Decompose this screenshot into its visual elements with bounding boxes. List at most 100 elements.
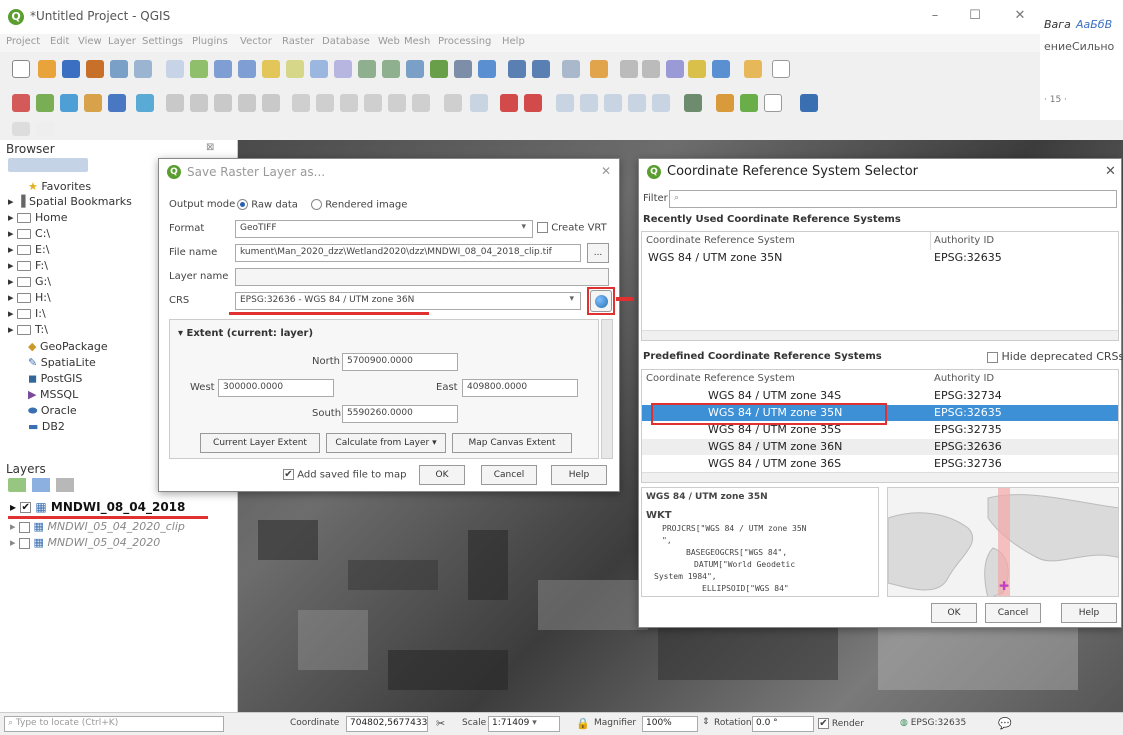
select-features-icon[interactable] — [532, 60, 550, 78]
delete-icon[interactable] — [292, 94, 310, 112]
menu-web[interactable]: Web — [378, 36, 400, 47]
table-row[interactable]: WGS 84 / UTM zone 34S EPSG:32734 — [642, 388, 1118, 404]
horizontal-scrollbar[interactable] — [642, 472, 1118, 482]
hide-deprecated-checkbox[interactable]: Hide deprecated CRSs — [987, 350, 1123, 363]
edit-pencil-icon[interactable] — [166, 94, 184, 112]
create-vrt-checkbox[interactable]: Create VRT — [537, 222, 607, 234]
ok-button[interactable]: OK — [931, 603, 977, 623]
refresh-icon[interactable] — [478, 60, 496, 78]
zoom-native-icon[interactable] — [334, 60, 352, 78]
cancel-button[interactable]: Cancel — [985, 603, 1041, 623]
copy-icon[interactable] — [340, 94, 358, 112]
browser-item[interactable]: ▸ H:\ — [8, 291, 51, 304]
label-change-icon[interactable] — [604, 94, 622, 112]
menu-processing[interactable]: Processing — [438, 36, 491, 47]
dialog-scrollbar[interactable] — [601, 319, 613, 459]
profile-icon[interactable] — [740, 94, 758, 112]
browser-item[interactable]: ◆ GeoPackage — [28, 340, 108, 353]
messages-icon[interactable]: 💬 — [998, 717, 1012, 730]
file-name-input[interactable]: kument\Man_2020_dzz\Wetland2020\dzz\MNDW… — [235, 244, 581, 262]
globe-icon[interactable] — [684, 94, 702, 112]
label-pin-icon[interactable] — [470, 94, 488, 112]
label-icon[interactable] — [444, 94, 462, 112]
browser-item[interactable]: ▸ ▐ Spatial Bookmarks — [8, 195, 132, 208]
dialog-close-icon[interactable]: ✕ — [601, 164, 611, 178]
render-checkbox[interactable]: ✔ Render — [818, 718, 864, 729]
extent-title[interactable]: ▾ Extent (current: layer) — [178, 328, 313, 339]
undo-icon[interactable] — [388, 94, 406, 112]
table-row[interactable]: WGS 84 / UTM zone 35N EPSG:32635 — [642, 250, 1118, 266]
field-calculator-icon[interactable] — [620, 60, 638, 78]
toolbox-icon[interactable] — [666, 60, 684, 78]
coordinate-input[interactable]: 704802,5677433 — [346, 716, 428, 732]
dialog-close-icon[interactable]: ✕ — [1105, 164, 1116, 179]
browser-item[interactable]: ✎ SpatiaLite — [28, 356, 96, 369]
browser-item[interactable]: ▸ Home — [8, 211, 68, 224]
calculate-from-layer-button[interactable]: Calculate from Layer ▾ — [326, 433, 446, 453]
table-row[interactable]: WGS 84 / UTM zone 36S EPSG:32736 — [642, 456, 1118, 468]
pan-icon[interactable] — [166, 60, 184, 78]
wms-icon[interactable] — [136, 94, 154, 112]
browser-item[interactable]: ▬ DB2 — [28, 420, 65, 433]
print-layout-icon[interactable] — [110, 60, 128, 78]
table-row[interactable]: WGS 84 / UTM zone 36N EPSG:32636 — [642, 439, 1118, 455]
maximize-button[interactable]: ☐ — [960, 6, 990, 26]
measure-icon[interactable] — [712, 60, 730, 78]
browser-item[interactable]: ▸ G:\ — [8, 275, 51, 288]
rendered-image-radio[interactable]: Rendered image — [311, 199, 407, 211]
menu-layer[interactable]: Layer — [108, 36, 136, 47]
layers-toolbar[interactable] — [8, 478, 158, 492]
raw-data-radio[interactable]: Raw data — [237, 199, 298, 211]
menu-view[interactable]: View — [78, 36, 102, 47]
lock-icon[interactable]: 🔒 — [576, 717, 590, 730]
horizontal-scrollbar[interactable] — [642, 330, 1118, 340]
browser-item[interactable]: ⬬ Oracle — [28, 404, 77, 418]
layer-name-input[interactable] — [235, 268, 609, 286]
paste-icon[interactable] — [364, 94, 382, 112]
minimize-button[interactable]: – — [920, 6, 950, 26]
plugin-icon[interactable] — [716, 94, 734, 112]
menu-mesh[interactable]: Mesh — [404, 36, 430, 47]
extents-icon[interactable]: ✂ — [436, 717, 445, 730]
edit-line-icon[interactable] — [190, 94, 208, 112]
open-project-icon[interactable] — [38, 60, 56, 78]
label-show-icon[interactable] — [500, 94, 518, 112]
layer-item[interactable]: ▸ ✔ ▦ MNDWI_08_04_2018 — [10, 500, 185, 514]
zoom-layer-icon[interactable] — [310, 60, 328, 78]
cancel-button[interactable]: Cancel — [481, 465, 537, 485]
graph-icon[interactable] — [764, 94, 782, 112]
layer-item[interactable]: ▸ ▦ MNDWI_05_04_2020 — [10, 536, 160, 549]
new-project-icon[interactable] — [12, 60, 30, 78]
help-button[interactable]: Help — [551, 465, 607, 485]
current-layer-extent-button[interactable]: Current Layer Extent — [200, 433, 320, 453]
annotation-icon[interactable] — [744, 60, 762, 78]
label-rotate-icon[interactable] — [580, 94, 598, 112]
add-raster-icon[interactable] — [36, 94, 54, 112]
south-input[interactable]: 5590260.0000 — [342, 405, 458, 423]
menu-vector[interactable]: Vector — [240, 36, 272, 47]
add-vector-icon[interactable] — [60, 94, 78, 112]
statistics-icon[interactable] — [642, 60, 660, 78]
spin-icon[interactable]: ⇕ — [702, 717, 710, 727]
magnifier-input[interactable]: 100% — [642, 716, 698, 732]
browser-item[interactable]: ▶ MSSQL — [28, 388, 78, 401]
format-select[interactable]: GeoTIFF ▾ — [235, 220, 533, 238]
browser-item[interactable]: ◼ PostGIS — [28, 372, 82, 385]
browser-item[interactable]: ▸ C:\ — [8, 227, 50, 240]
python-console-icon[interactable] — [800, 94, 818, 112]
deselect-icon[interactable] — [562, 60, 580, 78]
temporal-icon[interactable] — [430, 60, 448, 78]
panel-close-icon[interactable]: ⊠ — [206, 142, 214, 153]
map-canvas-extent-button[interactable]: Map Canvas Extent — [452, 433, 572, 453]
help-button[interactable]: Help — [1061, 603, 1117, 623]
menu-raster[interactable]: Raster — [282, 36, 314, 47]
crs-select[interactable]: EPSG:32636 - WGS 84 / UTM zone 36N ▾ — [235, 292, 581, 310]
locate-input[interactable]: ⌕ Type to locate (Ctrl+K) — [4, 716, 224, 732]
browser-item[interactable]: ▸ F:\ — [8, 259, 48, 272]
layout-manager-icon[interactable] — [134, 60, 152, 78]
label-move-icon[interactable] — [524, 94, 542, 112]
menu-database[interactable]: Database — [322, 36, 370, 47]
ok-button[interactable]: OK — [419, 465, 465, 485]
menu-edit[interactable]: Edit — [50, 36, 69, 47]
menu-project[interactable]: Project — [6, 36, 40, 47]
